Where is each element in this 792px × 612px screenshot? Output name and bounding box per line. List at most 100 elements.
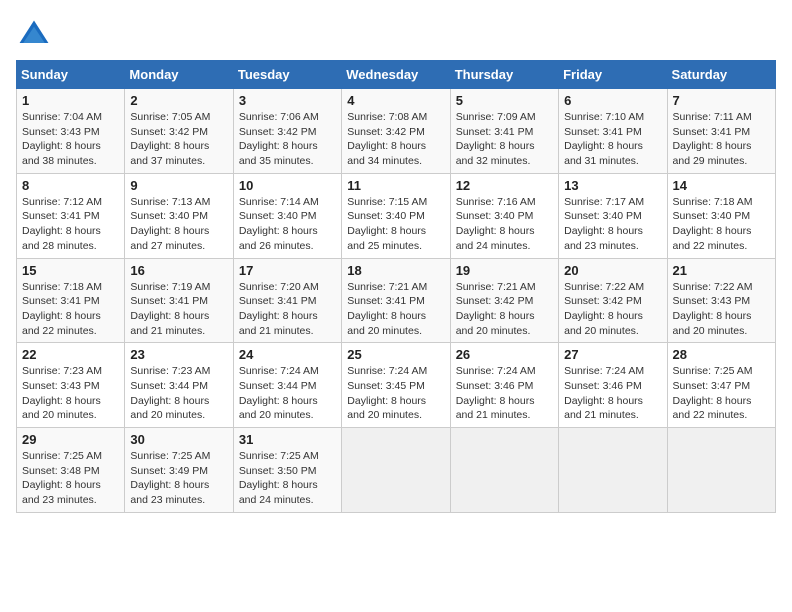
calendar-cell: 7 Sunrise: 7:11 AM Sunset: 3:41 PM Dayli… bbox=[667, 89, 775, 174]
day-info: Sunrise: 7:20 AM Sunset: 3:41 PM Dayligh… bbox=[239, 281, 319, 337]
day-number: 2 bbox=[130, 93, 227, 108]
day-info: Sunrise: 7:04 AM Sunset: 3:43 PM Dayligh… bbox=[22, 111, 102, 167]
day-number: 7 bbox=[673, 93, 770, 108]
calendar-cell: 11 Sunrise: 7:15 AM Sunset: 3:40 PM Dayl… bbox=[342, 173, 450, 258]
calendar-cell: 9 Sunrise: 7:13 AM Sunset: 3:40 PM Dayli… bbox=[125, 173, 233, 258]
day-info: Sunrise: 7:15 AM Sunset: 3:40 PM Dayligh… bbox=[347, 196, 427, 252]
weekday-header-friday: Friday bbox=[559, 61, 667, 89]
day-number: 10 bbox=[239, 178, 336, 193]
day-info: Sunrise: 7:18 AM Sunset: 3:40 PM Dayligh… bbox=[673, 196, 753, 252]
calendar-week-1: 1 Sunrise: 7:04 AM Sunset: 3:43 PM Dayli… bbox=[17, 89, 776, 174]
day-info: Sunrise: 7:08 AM Sunset: 3:42 PM Dayligh… bbox=[347, 111, 427, 167]
calendar-cell: 25 Sunrise: 7:24 AM Sunset: 3:45 PM Dayl… bbox=[342, 343, 450, 428]
day-info: Sunrise: 7:24 AM Sunset: 3:46 PM Dayligh… bbox=[564, 365, 644, 421]
day-number: 21 bbox=[673, 263, 770, 278]
day-number: 1 bbox=[22, 93, 119, 108]
weekday-header-saturday: Saturday bbox=[667, 61, 775, 89]
calendar-cell: 27 Sunrise: 7:24 AM Sunset: 3:46 PM Dayl… bbox=[559, 343, 667, 428]
calendar-cell: 8 Sunrise: 7:12 AM Sunset: 3:41 PM Dayli… bbox=[17, 173, 125, 258]
calendar-cell: 17 Sunrise: 7:20 AM Sunset: 3:41 PM Dayl… bbox=[233, 258, 341, 343]
calendar-header: SundayMondayTuesdayWednesdayThursdayFrid… bbox=[17, 61, 776, 89]
calendar-cell: 29 Sunrise: 7:25 AM Sunset: 3:48 PM Dayl… bbox=[17, 428, 125, 513]
calendar-cell: 2 Sunrise: 7:05 AM Sunset: 3:42 PM Dayli… bbox=[125, 89, 233, 174]
calendar-cell: 31 Sunrise: 7:25 AM Sunset: 3:50 PM Dayl… bbox=[233, 428, 341, 513]
day-info: Sunrise: 7:05 AM Sunset: 3:42 PM Dayligh… bbox=[130, 111, 210, 167]
day-info: Sunrise: 7:22 AM Sunset: 3:43 PM Dayligh… bbox=[673, 281, 753, 337]
weekday-header-monday: Monday bbox=[125, 61, 233, 89]
day-info: Sunrise: 7:10 AM Sunset: 3:41 PM Dayligh… bbox=[564, 111, 644, 167]
day-number: 11 bbox=[347, 178, 444, 193]
calendar-cell: 10 Sunrise: 7:14 AM Sunset: 3:40 PM Dayl… bbox=[233, 173, 341, 258]
calendar-cell: 14 Sunrise: 7:18 AM Sunset: 3:40 PM Dayl… bbox=[667, 173, 775, 258]
day-info: Sunrise: 7:25 AM Sunset: 3:49 PM Dayligh… bbox=[130, 450, 210, 506]
weekday-header-sunday: Sunday bbox=[17, 61, 125, 89]
day-number: 15 bbox=[22, 263, 119, 278]
day-info: Sunrise: 7:23 AM Sunset: 3:44 PM Dayligh… bbox=[130, 365, 210, 421]
day-info: Sunrise: 7:06 AM Sunset: 3:42 PM Dayligh… bbox=[239, 111, 319, 167]
logo bbox=[16, 16, 56, 52]
day-number: 12 bbox=[456, 178, 553, 193]
day-info: Sunrise: 7:23 AM Sunset: 3:43 PM Dayligh… bbox=[22, 365, 102, 421]
day-number: 8 bbox=[22, 178, 119, 193]
day-number: 22 bbox=[22, 347, 119, 362]
day-number: 16 bbox=[130, 263, 227, 278]
calendar-cell: 20 Sunrise: 7:22 AM Sunset: 3:42 PM Dayl… bbox=[559, 258, 667, 343]
calendar-week-2: 8 Sunrise: 7:12 AM Sunset: 3:41 PM Dayli… bbox=[17, 173, 776, 258]
day-number: 13 bbox=[564, 178, 661, 193]
day-number: 18 bbox=[347, 263, 444, 278]
day-number: 6 bbox=[564, 93, 661, 108]
day-info: Sunrise: 7:11 AM Sunset: 3:41 PM Dayligh… bbox=[673, 111, 752, 167]
calendar-week-4: 22 Sunrise: 7:23 AM Sunset: 3:43 PM Dayl… bbox=[17, 343, 776, 428]
day-number: 27 bbox=[564, 347, 661, 362]
calendar-cell: 13 Sunrise: 7:17 AM Sunset: 3:40 PM Dayl… bbox=[559, 173, 667, 258]
calendar-cell: 4 Sunrise: 7:08 AM Sunset: 3:42 PM Dayli… bbox=[342, 89, 450, 174]
calendar-cell: 3 Sunrise: 7:06 AM Sunset: 3:42 PM Dayli… bbox=[233, 89, 341, 174]
day-number: 9 bbox=[130, 178, 227, 193]
day-info: Sunrise: 7:14 AM Sunset: 3:40 PM Dayligh… bbox=[239, 196, 319, 252]
calendar-cell: 23 Sunrise: 7:23 AM Sunset: 3:44 PM Dayl… bbox=[125, 343, 233, 428]
day-info: Sunrise: 7:25 AM Sunset: 3:47 PM Dayligh… bbox=[673, 365, 753, 421]
calendar-cell: 24 Sunrise: 7:24 AM Sunset: 3:44 PM Dayl… bbox=[233, 343, 341, 428]
day-info: Sunrise: 7:09 AM Sunset: 3:41 PM Dayligh… bbox=[456, 111, 536, 167]
calendar-cell: 19 Sunrise: 7:21 AM Sunset: 3:42 PM Dayl… bbox=[450, 258, 558, 343]
day-number: 5 bbox=[456, 93, 553, 108]
day-info: Sunrise: 7:17 AM Sunset: 3:40 PM Dayligh… bbox=[564, 196, 644, 252]
calendar-cell: 22 Sunrise: 7:23 AM Sunset: 3:43 PM Dayl… bbox=[17, 343, 125, 428]
day-info: Sunrise: 7:18 AM Sunset: 3:41 PM Dayligh… bbox=[22, 281, 102, 337]
day-number: 30 bbox=[130, 432, 227, 447]
calendar-cell: 18 Sunrise: 7:21 AM Sunset: 3:41 PM Dayl… bbox=[342, 258, 450, 343]
day-number: 25 bbox=[347, 347, 444, 362]
weekday-row: SundayMondayTuesdayWednesdayThursdayFrid… bbox=[17, 61, 776, 89]
calendar-cell: 16 Sunrise: 7:19 AM Sunset: 3:41 PM Dayl… bbox=[125, 258, 233, 343]
day-number: 3 bbox=[239, 93, 336, 108]
calendar-cell: 30 Sunrise: 7:25 AM Sunset: 3:49 PM Dayl… bbox=[125, 428, 233, 513]
day-number: 24 bbox=[239, 347, 336, 362]
day-number: 20 bbox=[564, 263, 661, 278]
calendar-cell: 12 Sunrise: 7:16 AM Sunset: 3:40 PM Dayl… bbox=[450, 173, 558, 258]
day-info: Sunrise: 7:21 AM Sunset: 3:42 PM Dayligh… bbox=[456, 281, 536, 337]
day-info: Sunrise: 7:19 AM Sunset: 3:41 PM Dayligh… bbox=[130, 281, 210, 337]
calendar-week-3: 15 Sunrise: 7:18 AM Sunset: 3:41 PM Dayl… bbox=[17, 258, 776, 343]
calendar-cell bbox=[342, 428, 450, 513]
day-info: Sunrise: 7:24 AM Sunset: 3:45 PM Dayligh… bbox=[347, 365, 427, 421]
day-info: Sunrise: 7:25 AM Sunset: 3:48 PM Dayligh… bbox=[22, 450, 102, 506]
day-info: Sunrise: 7:25 AM Sunset: 3:50 PM Dayligh… bbox=[239, 450, 319, 506]
calendar-cell: 26 Sunrise: 7:24 AM Sunset: 3:46 PM Dayl… bbox=[450, 343, 558, 428]
calendar-cell bbox=[667, 428, 775, 513]
day-number: 14 bbox=[673, 178, 770, 193]
day-number: 29 bbox=[22, 432, 119, 447]
calendar-cell: 28 Sunrise: 7:25 AM Sunset: 3:47 PM Dayl… bbox=[667, 343, 775, 428]
calendar-cell: 6 Sunrise: 7:10 AM Sunset: 3:41 PM Dayli… bbox=[559, 89, 667, 174]
page-header bbox=[16, 16, 776, 52]
calendar-cell bbox=[559, 428, 667, 513]
day-number: 26 bbox=[456, 347, 553, 362]
day-info: Sunrise: 7:24 AM Sunset: 3:44 PM Dayligh… bbox=[239, 365, 319, 421]
calendar-week-5: 29 Sunrise: 7:25 AM Sunset: 3:48 PM Dayl… bbox=[17, 428, 776, 513]
day-number: 17 bbox=[239, 263, 336, 278]
day-info: Sunrise: 7:16 AM Sunset: 3:40 PM Dayligh… bbox=[456, 196, 536, 252]
day-number: 23 bbox=[130, 347, 227, 362]
day-info: Sunrise: 7:24 AM Sunset: 3:46 PM Dayligh… bbox=[456, 365, 536, 421]
day-number: 28 bbox=[673, 347, 770, 362]
calendar-cell: 5 Sunrise: 7:09 AM Sunset: 3:41 PM Dayli… bbox=[450, 89, 558, 174]
day-number: 19 bbox=[456, 263, 553, 278]
